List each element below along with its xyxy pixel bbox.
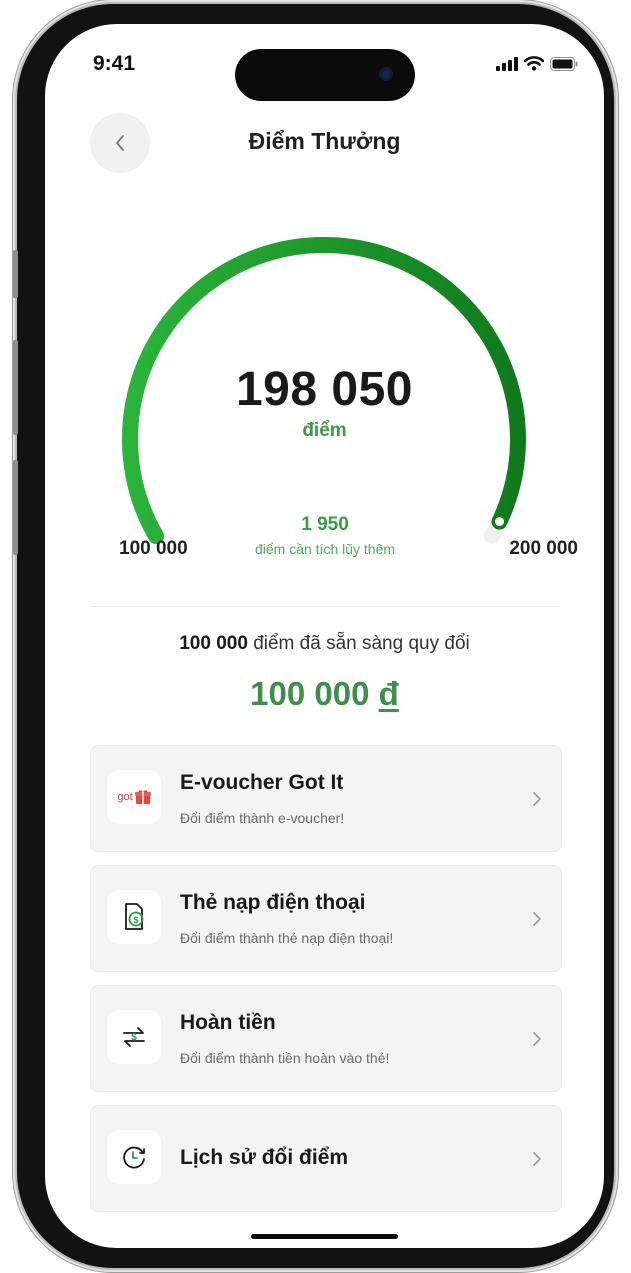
gotit-logo-text: got (117, 791, 133, 803)
ready-to-redeem-text: 100 000 điểm đã sẵn sàng quy đổi (45, 633, 604, 655)
phone-card-icon: $ (125, 903, 144, 930)
divider (90, 606, 560, 607)
chevron-right-icon (533, 1152, 541, 1166)
points-value: 198 050 (235, 363, 413, 416)
money-value: 100 000 (250, 675, 370, 712)
option-subtitle: Đổi điểm thành tiền hoàn vào thẻ! (180, 1050, 390, 1066)
option-title: E-voucher Got It (180, 771, 344, 794)
redeem-money: 100 000 đ (45, 675, 604, 713)
option-title: Lịch sử đổi điểm (180, 1146, 349, 1169)
phone-topup-icon: $ (107, 890, 161, 944)
points-unit: điểm (302, 420, 347, 441)
app-screen: 9:41 Điểm Thưởng 198 050 điểm 100 000 1 … (45, 24, 604, 1248)
cashback-option[interactable]: $ Hoàn tiền Đổi điểm thành tiền hoàn vào… (90, 985, 562, 1092)
points-needed-value: 1 950 (301, 514, 349, 535)
svg-text:$: $ (131, 1032, 137, 1043)
option-title: Hoàn tiền (180, 1011, 276, 1034)
option-subtitle: Đổi điểm thành thẻ nạp điện thoại! (180, 930, 394, 946)
volume-down-button (13, 460, 18, 555)
gotit-logo-icon: got (107, 770, 161, 824)
history-option[interactable]: Lịch sử đổi điểm (90, 1105, 562, 1212)
ready-label: điểm đã sẵn sàng quy đổi (253, 633, 470, 654)
action-button (13, 250, 18, 298)
currency-symbol: đ (378, 675, 399, 712)
gauge-min-label: 100 000 (119, 538, 188, 559)
points-gauge (121, 236, 526, 544)
chevron-right-icon (533, 792, 541, 806)
chevron-right-icon (533, 912, 541, 926)
gauge-max-label: 200 000 (509, 538, 578, 559)
option-title: Thẻ nạp điện thoại (180, 891, 366, 914)
cashback-icon: $ (107, 1010, 161, 1064)
gift-icon (134, 790, 151, 804)
clock-history-icon (123, 1146, 145, 1169)
points-needed-text: điểm cần tích lũy thêm (254, 541, 396, 557)
svg-text:$: $ (133, 915, 138, 925)
ready-points: 100 000 (179, 633, 248, 654)
home-indicator (251, 1234, 398, 1239)
evoucher-option[interactable]: got E-voucher Got It Đổi điểm thành e-vo… (90, 745, 562, 852)
volume-up-button (13, 340, 18, 435)
history-icon (107, 1130, 161, 1184)
option-subtitle: Đổi điểm thành e-voucher! (180, 810, 345, 826)
chevron-right-icon (533, 1032, 541, 1046)
exchange-money-icon: $ (123, 1027, 145, 1047)
phone-topup-option[interactable]: $ Thẻ nạp điện thoại Đổi điểm thành thẻ … (90, 865, 562, 972)
gauge-marker (492, 514, 507, 530)
